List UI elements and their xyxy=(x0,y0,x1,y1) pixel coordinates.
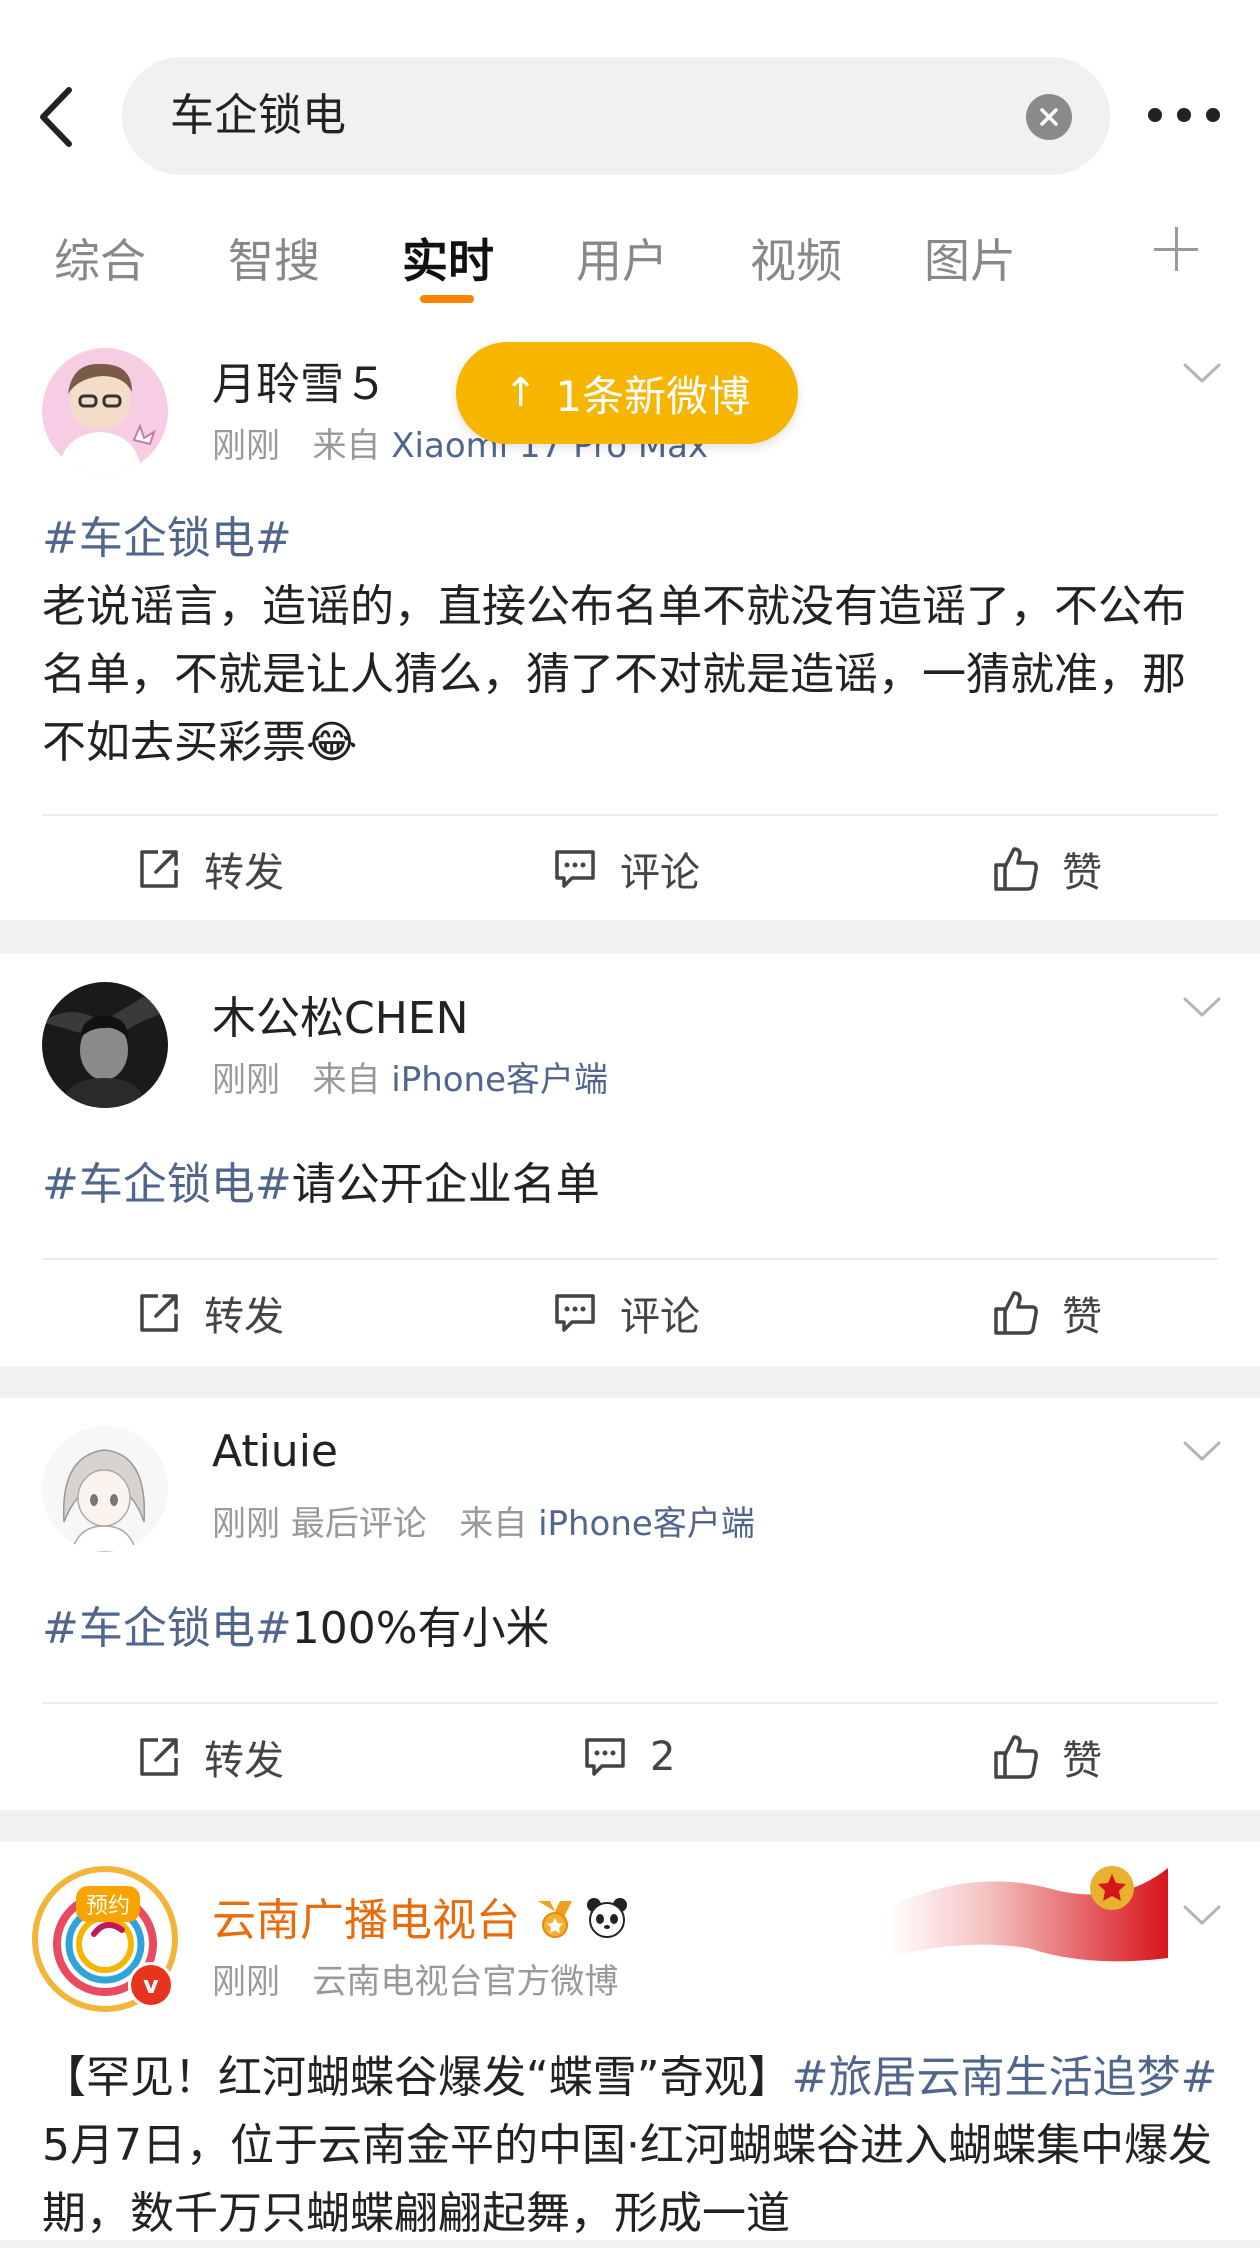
post-meta: 刚刚 云南电视台官方微博 xyxy=(212,1954,618,2003)
author-name[interactable]: 木公松CHEN xyxy=(212,982,469,1046)
hashtag-link[interactable]: #车企锁电# xyxy=(42,1603,292,1654)
top-bar: 车企锁电 xyxy=(0,0,1260,185)
active-tab-indicator xyxy=(420,295,474,303)
plus-icon[interactable] xyxy=(1152,225,1200,273)
verified-icon: v xyxy=(128,1962,174,2008)
hashtag-link[interactable]: #旅居云南生活追梦# xyxy=(792,2052,1218,2103)
chevron-down-icon[interactable] xyxy=(1182,1900,1222,1930)
tab-images[interactable]: 图片 xyxy=(924,225,1016,291)
post-card[interactable]: Atiuie 刚刚 最后评论 来自 iPhone客户端 #车企锁电#100%有小… xyxy=(0,1398,1260,1810)
chevron-down-icon[interactable] xyxy=(1182,1436,1222,1466)
like-button[interactable]: 赞 xyxy=(992,816,1102,922)
comment-count: 2 xyxy=(650,1734,676,1780)
source-prefix: 来自 xyxy=(312,426,381,466)
source-prefix: 来自 xyxy=(312,1060,381,1100)
post-text: 100%有小米 xyxy=(291,1603,550,1654)
avatar[interactable] xyxy=(42,1426,168,1552)
post-body: 【罕见！红河蝴蝶谷爆发“蝶雪”奇观】#旅居云南生活追梦# 5月7日，位于云南金平… xyxy=(42,2044,1218,2248)
post-actions: 转发 评论 赞 xyxy=(0,816,1260,922)
search-tabs: 综合 智搜 实时 用户 视频 图片 xyxy=(0,185,1260,320)
chevron-down-icon[interactable] xyxy=(1182,358,1222,388)
post-text: 老说谣言，造谣的，直接公布名单不就没有造谣了，不公布名单，不就是让人猜么，猜了不… xyxy=(42,581,1186,768)
repost-label: 转发 xyxy=(204,1738,284,1784)
repost-label: 转发 xyxy=(204,850,284,896)
avatar[interactable] xyxy=(42,348,168,474)
post-meta: 刚刚 最后评论 来自 iPhone客户端 xyxy=(212,1496,755,1545)
comment-label: 评论 xyxy=(620,850,700,896)
tab-smart-search[interactable]: 智搜 xyxy=(228,225,320,291)
dot-icon xyxy=(1148,108,1162,122)
comment-icon xyxy=(555,1294,595,1332)
comment-icon xyxy=(585,1738,625,1776)
repost-label: 转发 xyxy=(204,1294,284,1340)
search-query: 车企锁电 xyxy=(170,90,346,141)
thumbs-up-icon xyxy=(994,847,1038,891)
close-icon xyxy=(1040,108,1058,126)
hashtag-link[interactable]: #车企锁电# xyxy=(42,1159,292,1210)
author-name[interactable]: 云南广播电视台 xyxy=(212,1884,520,1948)
repost-button[interactable]: 转发 xyxy=(136,1260,284,1366)
post-source[interactable]: iPhone客户端 xyxy=(538,1504,755,1544)
like-label: 赞 xyxy=(1062,850,1102,896)
post-body: #车企锁电#请公开企业名单 xyxy=(42,1151,1218,1219)
post-time: 刚刚 xyxy=(212,426,280,466)
arrow-up-icon: ↑ xyxy=(503,370,538,416)
repost-icon xyxy=(140,850,178,888)
post-meta: 刚刚 来自 iPhone客户端 xyxy=(212,1052,608,1101)
like-label: 赞 xyxy=(1062,1738,1102,1784)
post-source[interactable]: iPhone客户端 xyxy=(391,1060,608,1100)
like-label: 赞 xyxy=(1062,1294,1102,1340)
post-time: 刚刚 xyxy=(212,1060,280,1100)
tab-realtime[interactable]: 实时 xyxy=(402,225,494,291)
thumbs-up-icon xyxy=(994,1291,1038,1335)
post-source: 云南电视台官方微博 xyxy=(312,1962,619,2002)
dot-icon xyxy=(1177,108,1191,122)
author-name[interactable]: Atiuie xyxy=(212,1426,338,1477)
post-actions: 转发 2 赞 xyxy=(0,1704,1260,1810)
post-headline: 【罕见！红河蝴蝶谷爆发“蝶雪”奇观】 xyxy=(42,2052,792,2103)
like-button[interactable]: 赞 xyxy=(992,1704,1102,1810)
more-options-button[interactable] xyxy=(1148,100,1220,130)
dot-icon xyxy=(1206,108,1220,122)
comment-button[interactable]: 2 xyxy=(582,1704,675,1810)
post-body: #车企锁电#100%有小米 xyxy=(42,1595,1218,1663)
thumbs-up-icon xyxy=(994,1735,1038,1779)
post-text: 5月7日，位于云南金平的中国·红河蝴蝶谷进入蝴蝶集中爆发期，数千万只蝴蝶翩翩起舞… xyxy=(42,2120,1212,2239)
comment-label: 评论 xyxy=(620,1294,700,1340)
panda-icon xyxy=(587,1898,627,1938)
repost-button[interactable]: 转发 xyxy=(136,816,284,922)
clear-search-button[interactable] xyxy=(1026,94,1072,140)
author-name[interactable]: 月聆雪５ xyxy=(212,348,388,412)
post-body: #车企锁电# 老说谣言，造谣的，直接公布名单不就没有造谣了，不公布名单，不就是让… xyxy=(42,505,1218,777)
tab-users[interactable]: 用户 xyxy=(576,225,668,291)
avatar-badge: 预约 xyxy=(76,1886,141,1922)
author-badges xyxy=(532,1895,630,1941)
new-posts-label: 1条新微博 xyxy=(555,371,751,421)
repost-icon xyxy=(140,1294,178,1332)
chevron-left-icon xyxy=(40,87,72,147)
post-text: 请公开企业名单 xyxy=(291,1159,600,1210)
post-card[interactable]: 木公松CHEN 刚刚 来自 iPhone客户端 #车企锁电#请公开企业名单 转发… xyxy=(0,954,1260,1366)
new-posts-button[interactable]: ↑ 1条新微博 xyxy=(456,342,798,444)
post-time: 刚刚 xyxy=(212,1962,280,2002)
back-button[interactable] xyxy=(30,82,80,152)
post-actions: 转发 评论 赞 xyxy=(0,1260,1260,1366)
decorative-banner-image xyxy=(888,1866,1168,1962)
search-input[interactable]: 车企锁电 xyxy=(122,57,1110,175)
avatar[interactable] xyxy=(42,982,168,1108)
like-button[interactable]: 赞 xyxy=(992,1260,1102,1366)
medal-icon xyxy=(538,1901,572,1938)
tab-videos[interactable]: 视频 xyxy=(750,225,842,291)
post-time: 刚刚 xyxy=(212,1504,280,1544)
comment-button[interactable]: 评论 xyxy=(552,1260,700,1366)
hashtag-link[interactable]: #车企锁电# xyxy=(42,513,292,564)
repost-icon xyxy=(140,1738,178,1776)
repost-button[interactable]: 转发 xyxy=(136,1704,284,1810)
tab-comprehensive[interactable]: 综合 xyxy=(54,225,146,291)
source-prefix: 来自 xyxy=(459,1504,528,1544)
chevron-down-icon[interactable] xyxy=(1182,992,1222,1022)
post-extra: 最后评论 xyxy=(290,1504,427,1544)
comment-button[interactable]: 评论 xyxy=(552,816,700,922)
comment-icon xyxy=(555,850,595,888)
